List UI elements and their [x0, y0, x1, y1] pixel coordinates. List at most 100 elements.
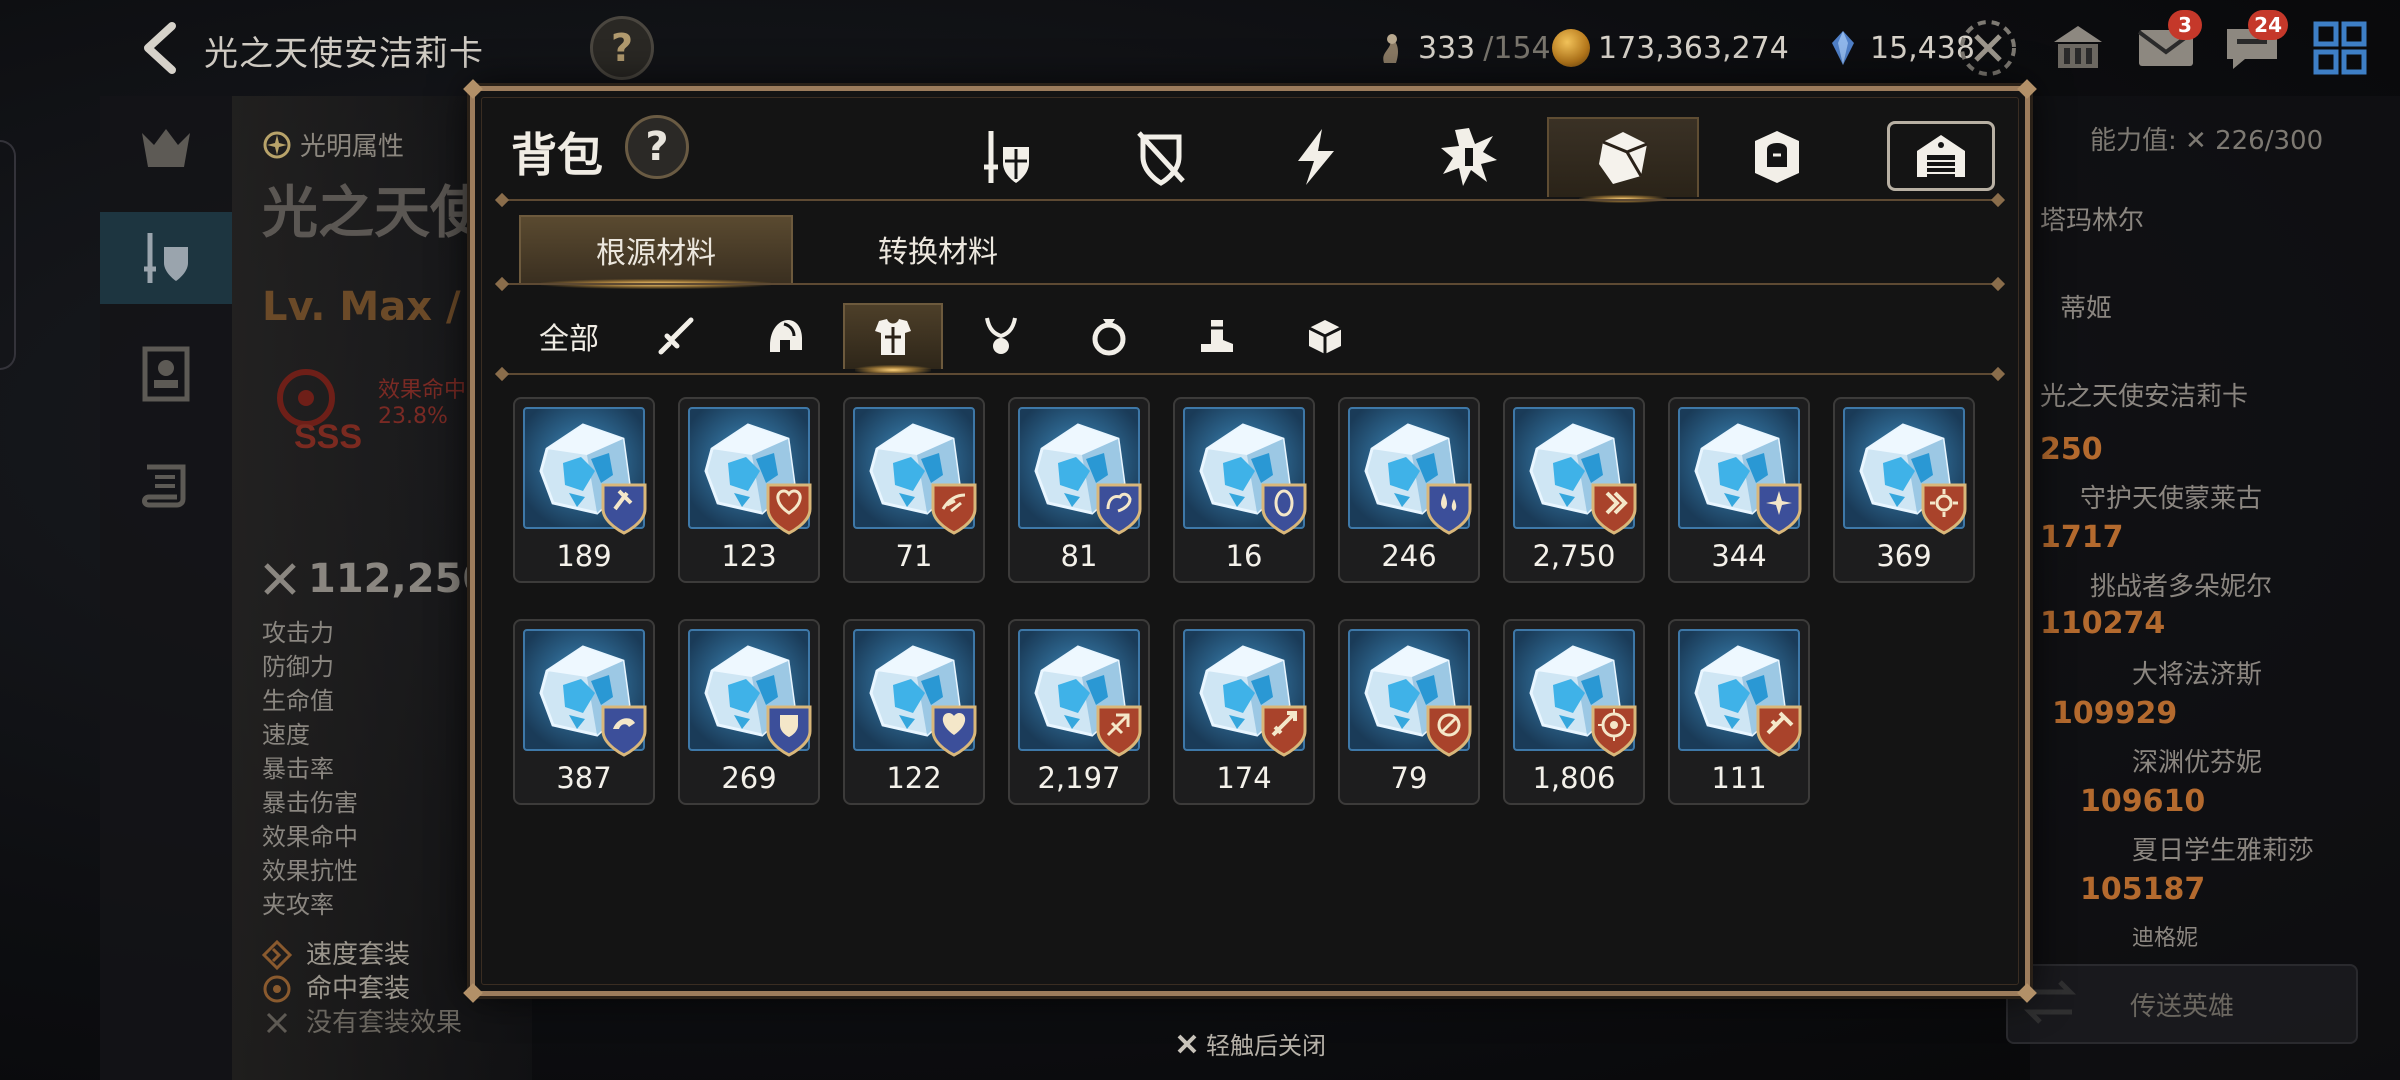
gold-resource[interactable]: 173,363,274	[1552, 26, 1789, 70]
roster-hero-name[interactable]: 挑战者多朵妮尔	[2090, 566, 2272, 603]
life-set-icon	[931, 705, 977, 757]
tab-equipment[interactable]	[931, 117, 1083, 197]
help-button[interactable]: ?	[590, 16, 654, 80]
penetration-set-icon	[1261, 705, 1307, 757]
tab-skill-materials[interactable]	[1239, 117, 1391, 197]
close-hint[interactable]: 轻触后关闭	[1176, 1026, 1326, 1061]
nav-hero-emblem[interactable]	[100, 106, 232, 198]
slot-filter-weapon[interactable]	[627, 303, 727, 369]
tab-origin-materials[interactable]: 根源材料	[519, 215, 793, 289]
slot-filter-armor[interactable]	[843, 303, 943, 375]
bag-help-button[interactable]: ?	[625, 115, 689, 179]
roster-hero-name[interactable]: 迪格妮	[2132, 920, 2198, 952]
side-drawer-handle[interactable]	[0, 140, 16, 370]
slot-filter-helmet[interactable]	[735, 303, 835, 369]
send-hero-button[interactable]: 传送英雄	[2006, 964, 2358, 1044]
material-item[interactable]: 1,806	[1503, 619, 1645, 805]
protection-set-icon	[766, 705, 812, 757]
stamina-icon	[1383, 34, 1398, 63]
divider	[503, 373, 1997, 375]
roster-hero-power: 105187	[2080, 872, 2206, 907]
hero-power: 112,250	[262, 556, 490, 602]
scroll-icon	[142, 464, 186, 508]
roster-hero-name[interactable]: 深渊优芬妮	[2132, 742, 2262, 779]
material-quantity: 2,197	[1037, 761, 1121, 795]
material-quantity: 81	[1060, 539, 1098, 573]
material-item[interactable]: 71	[843, 397, 985, 583]
material-quantity: 123	[721, 539, 777, 573]
hero-level: Lv. Max / 6	[262, 284, 503, 330]
roster-hero-name[interactable]: 光之天使安洁莉卡	[2040, 376, 2248, 413]
nav-equipment[interactable]	[100, 212, 232, 304]
stat-label: 效果命中	[262, 823, 358, 851]
stat-label: 生命值	[262, 687, 334, 715]
stamina-resource[interactable]: 333/154	[1372, 26, 1551, 70]
stat-label: 速度	[262, 721, 310, 749]
material-item[interactable]: 246	[1338, 397, 1480, 583]
tab-artifacts[interactable]	[1393, 117, 1545, 197]
roster-hero-power: 109610	[2080, 784, 2206, 819]
roster-hero-name[interactable]: 蒂姬	[2060, 288, 2112, 325]
material-item[interactable]: 387	[513, 619, 655, 805]
material-item[interactable]: 189	[513, 397, 655, 583]
crystal-resource[interactable]: 15,438	[1824, 26, 1975, 70]
ability-label: 能力值:	[2090, 126, 2177, 156]
hero-effect: 效果命中 23.8%	[378, 378, 466, 430]
material-item[interactable]: 122	[843, 619, 985, 805]
slot-filter-all[interactable]: 全部	[519, 303, 619, 369]
material-quantity: 369	[1876, 539, 1932, 573]
hero-attribute-label: 光明属性	[300, 132, 405, 162]
material-quantity: 174	[1216, 761, 1272, 795]
chat-badge: 24	[2248, 10, 2288, 40]
stamina-max: /154	[1483, 30, 1551, 66]
battle-auto-icon[interactable]	[1956, 16, 2020, 80]
tab-consumables[interactable]	[1701, 117, 1853, 197]
mail-icon[interactable]: 3	[2134, 10, 2202, 80]
material-quantity: 111	[1711, 761, 1767, 795]
material-quantity: 1,806	[1532, 761, 1616, 795]
slot-filter-necklace[interactable]	[951, 303, 1051, 369]
material-item[interactable]: 16	[1173, 397, 1315, 583]
top-bar: 光之天使安洁莉卡 ? 333/154 173,363,274 15,438 3 …	[0, 0, 2400, 96]
slot-filter-ring[interactable]	[1059, 303, 1159, 369]
roster-hero-power: 250	[2040, 432, 2103, 467]
divider	[503, 199, 1997, 201]
tab-conversion-materials[interactable]: 转换材料	[801, 215, 1075, 283]
speed-set-icon	[1591, 483, 1637, 535]
defense-set-icon	[1261, 483, 1307, 535]
stat-label: 暴击率	[262, 755, 334, 783]
sword-shield-icon	[984, 131, 1029, 183]
material-item[interactable]: 369	[1833, 397, 1975, 583]
material-item[interactable]: 269	[678, 619, 820, 805]
no-set-icon	[266, 1012, 288, 1034]
slot-filter-misc[interactable]	[1275, 303, 1375, 369]
roster-hero-name[interactable]: 守护天使蒙莱古	[2080, 478, 2262, 515]
roster-hero-name[interactable]: 夏日学生雅莉莎	[2132, 830, 2314, 867]
menu-grid-icon[interactable]	[2308, 16, 2372, 80]
set-effect-row: 命中套装	[262, 972, 462, 1006]
material-quantity: 122	[886, 761, 942, 795]
stat-label: 防御力	[262, 653, 334, 681]
tab-storage[interactable]	[1887, 121, 1995, 191]
light-attribute-icon	[263, 131, 291, 158]
material-item[interactable]: 2,197	[1008, 619, 1150, 805]
material-item[interactable]: 344	[1668, 397, 1810, 583]
tab-unequipped[interactable]	[1085, 117, 1237, 197]
roster-hero-power: 110274	[2040, 606, 2166, 641]
material-item[interactable]: 174	[1173, 619, 1315, 805]
material-item[interactable]: 79	[1338, 619, 1480, 805]
material-item[interactable]: 81	[1008, 397, 1150, 583]
nav-profile[interactable]	[100, 328, 232, 420]
slot-filter-boots[interactable]	[1167, 303, 1267, 369]
tab-materials[interactable]	[1547, 117, 1699, 203]
roster-hero-name[interactable]: 塔玛林尔	[2040, 200, 2144, 237]
material-item[interactable]: 123	[678, 397, 820, 583]
stat-label: 效果抗性	[262, 857, 358, 885]
nav-story[interactable]	[100, 438, 232, 530]
roster-hero-name[interactable]: 大将法济斯	[2132, 654, 2262, 691]
material-item[interactable]: 2,750	[1503, 397, 1645, 583]
chat-icon[interactable]: 24	[2220, 10, 2288, 80]
back-button[interactable]	[130, 18, 190, 78]
hall-icon[interactable]	[2046, 16, 2110, 80]
material-item[interactable]: 111	[1668, 619, 1810, 805]
